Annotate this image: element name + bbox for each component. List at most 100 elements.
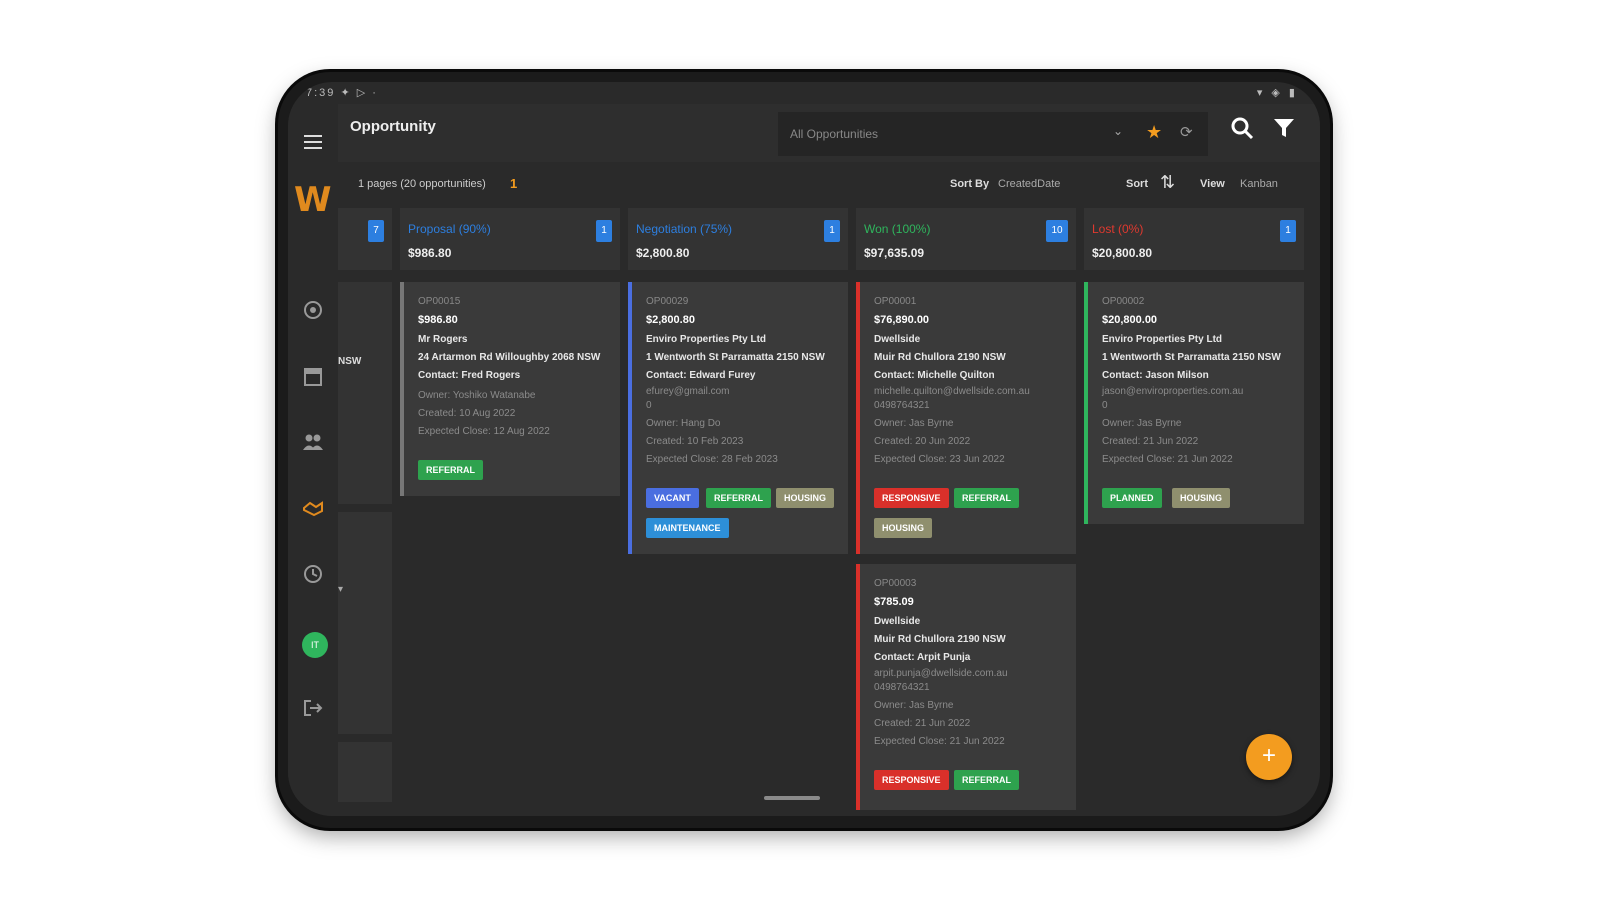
column-name: Proposal (90%)	[408, 222, 491, 236]
opportunity-card[interactable]: OP00003 $785.09 Dwellside Muir Rd Chullo…	[856, 564, 1076, 810]
column-header-negotiation[interactable]: Negotiation (75%) $2,800.80 1	[628, 208, 848, 270]
column-count-badge: 7	[368, 220, 384, 242]
pagination-summary: 1 pages (20 opportunities)	[358, 178, 486, 190]
card-id: OP00029	[646, 296, 689, 307]
card-email[interactable]: jason@enviroproperties.com.au	[1102, 386, 1243, 397]
view-mode-select[interactable]: Kanban	[1240, 178, 1278, 190]
card-created: Created: 10 Feb 2023	[646, 436, 744, 447]
card-id: OP00003	[874, 578, 917, 589]
tag-badge: REFERRAL	[706, 488, 771, 508]
refresh-icon[interactable]: ⟳	[1180, 123, 1193, 141]
card-phone[interactable]: 0	[1102, 400, 1108, 411]
card-email[interactable]: efurey@gmail.com	[646, 386, 730, 397]
column-amount: $986.80	[408, 246, 452, 260]
card-expected-close: Expected Close: 12 Aug 2022	[418, 426, 550, 437]
card-created: Created: 21 Jun 2022	[1102, 436, 1199, 447]
card-address: 24 Artarmon Rd Willoughby 2068 NSW	[418, 352, 601, 363]
dashboard-icon[interactable]	[300, 300, 326, 326]
column-header-lost[interactable]: Lost (0%) $20,800.80 1	[1084, 208, 1304, 270]
filter-icon[interactable]	[1272, 116, 1296, 146]
user-avatar[interactable]: IT	[302, 632, 328, 658]
card-phone[interactable]: 0498764321	[874, 400, 930, 411]
column-header-proposal[interactable]: Proposal (90%) $986.80 1	[400, 208, 620, 270]
calendar-icon[interactable]	[300, 366, 326, 392]
card-amount: $986.80	[418, 314, 458, 326]
card-company: Enviro Properties Pty Ltd	[646, 334, 767, 345]
card-address: 1 Wentworth St Parramatta 2150 NSW	[1102, 352, 1281, 363]
card-email[interactable]: arpit.punja@dwellside.com.au	[874, 668, 1008, 679]
opportunity-card[interactable]: OP00002 $20,800.00 Enviro Properties Pty…	[1084, 282, 1304, 524]
card-owner: Owner: Hang Do	[646, 418, 721, 429]
card-owner: Owner: Jas Byrne	[1102, 418, 1182, 429]
logo-letter: W	[294, 180, 332, 220]
card-amount: $785.09	[874, 596, 914, 608]
app-screen: 7:39 ✦ ▷ · ▾ ◈ ▮ W IT Opportunity All Op…	[288, 82, 1320, 816]
card-created: Created: 20 Jun 2022	[874, 436, 971, 447]
card-contact: Contact: Edward Furey	[646, 370, 756, 381]
page-title: Opportunity	[350, 118, 436, 135]
column-amount: $97,635.09	[864, 246, 925, 260]
opportunity-card[interactable]: OP00029 $2,800.80 Enviro Properties Pty …	[628, 282, 848, 554]
tag-badge: HOUSING	[1172, 488, 1231, 508]
card-id: OP00002	[1102, 296, 1145, 307]
partial-card[interactable]: ▾	[338, 512, 392, 734]
partial-card[interactable]	[338, 742, 392, 802]
card-amount: $20,800.00	[1102, 314, 1158, 326]
card-address: 1 Wentworth St Parramatta 2150 NSW	[646, 352, 825, 363]
card-amount: $2,800.80	[646, 314, 695, 326]
sort-by-select[interactable]: CreatedDate	[998, 178, 1060, 190]
tag-badge: MAINTENANCE	[646, 518, 729, 538]
column-count-badge: 10	[1046, 220, 1068, 242]
logout-icon[interactable]	[300, 698, 326, 724]
opportunity-card[interactable]: OP00015 $986.80 Mr Rogers 24 Artarmon Rd…	[400, 282, 620, 496]
card-id: OP00015	[418, 296, 461, 307]
card-phone[interactable]: 0	[646, 400, 652, 411]
card-email[interactable]: michelle.quilton@dwellside.com.au	[874, 386, 1030, 397]
card-created: Created: 10 Aug 2022	[418, 408, 516, 419]
card-company: Mr Rogers	[418, 334, 468, 345]
sort-by-label: Sort By	[950, 178, 990, 190]
clock-icon[interactable]	[300, 564, 326, 590]
menu-icon[interactable]	[300, 132, 326, 158]
card-phone[interactable]: 0498764321	[874, 682, 930, 693]
partial-card[interactable]: NSW	[338, 282, 392, 504]
add-opportunity-button[interactable]: +	[1246, 734, 1292, 780]
home-indicator[interactable]	[764, 796, 820, 800]
column-header-partial: 7	[338, 208, 392, 270]
opportunity-card[interactable]: OP00001 $76,890.00 Dwellside Muir Rd Chu…	[856, 282, 1076, 554]
chevron-down-icon[interactable]: ▾	[338, 584, 343, 595]
column-count-badge: 1	[596, 220, 612, 242]
card-contact: Contact: Michelle Quilton	[874, 370, 995, 381]
card-owner: Owner: Jas Byrne	[874, 700, 954, 711]
top-bar: Opportunity All Opportunities ⌄ ★ ⟳	[338, 104, 1320, 162]
page-number[interactable]: 1	[510, 176, 517, 191]
card-owner: Owner: Jas Byrne	[874, 418, 954, 429]
card-created: Created: 21 Jun 2022	[874, 718, 971, 729]
view-selector[interactable]: All Opportunities ⌄ ★ ⟳	[778, 112, 1208, 156]
tag-badge: RESPONSIVE	[874, 488, 949, 508]
card-owner: Owner: Yoshiko Watanabe	[418, 390, 536, 401]
contacts-icon[interactable]	[300, 432, 326, 458]
card-expected-close: Expected Close: 21 Jun 2022	[874, 736, 1005, 747]
tag-badge: PLANNED	[1102, 488, 1162, 508]
card-expected-close: Expected Close: 21 Jun 2022	[1102, 454, 1233, 465]
app-logo: W	[294, 180, 332, 220]
tag-badge: RESPONSIVE	[874, 770, 949, 790]
search-icon[interactable]	[1230, 116, 1254, 146]
card-company: Enviro Properties Pty Ltd	[1102, 334, 1223, 345]
card-expected-close: Expected Close: 28 Feb 2023	[646, 454, 778, 465]
sort-direction-icon[interactable]: ⇅	[1160, 172, 1175, 193]
view-label: View	[1200, 178, 1225, 190]
column-name: Negotiation (75%)	[636, 222, 733, 236]
partial-header-bg: 7	[338, 208, 392, 270]
chevron-down-icon[interactable]: ⌄	[1113, 124, 1123, 138]
column-header-won[interactable]: Won (100%) $97,635.09 10	[856, 208, 1076, 270]
card-amount: $76,890.00	[874, 314, 930, 326]
column-name: Lost (0%)	[1092, 222, 1144, 236]
card-company: Dwellside	[874, 616, 921, 627]
toolbar: 1 pages (20 opportunities) 1 Sort By Cre…	[338, 162, 1320, 208]
star-icon[interactable]: ★	[1146, 122, 1162, 143]
card-contact: Contact: Arpit Punja	[874, 652, 971, 663]
opportunity-icon[interactable]	[300, 498, 326, 524]
partial-card-text: NSW	[338, 356, 362, 367]
